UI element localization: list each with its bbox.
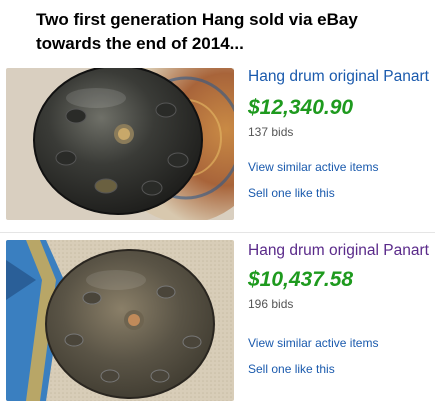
listing-item: Hang drum original Panart $12,340.90 137…	[0, 64, 435, 232]
view-similar-link[interactable]: View similar active items	[248, 336, 378, 350]
listing-item: Hang drum original Panart $10,437.58 196…	[0, 236, 435, 401]
sell-one-like-this-link[interactable]: Sell one like this	[248, 362, 335, 376]
item-thumbnail[interactable]	[6, 68, 234, 220]
page-heading: Two first generation Hang sold via eBay …	[36, 10, 358, 53]
sell-one-like-this-link[interactable]: Sell one like this	[248, 186, 335, 200]
hang-drum-photo	[6, 68, 234, 220]
item-bids: 137 bids	[248, 125, 294, 139]
listing-divider	[0, 232, 435, 233]
hang-drum-photo	[6, 240, 234, 401]
item-price: $10,437.58	[248, 268, 354, 291]
view-similar-link[interactable]: View similar active items	[248, 160, 378, 174]
item-title-link[interactable]: Hang drum original Panart	[248, 242, 433, 260]
item-price: $12,340.90	[248, 96, 354, 119]
item-title-link[interactable]: Hang drum original Panart	[248, 68, 433, 86]
item-bids: 196 bids	[248, 297, 294, 311]
item-thumbnail[interactable]	[6, 240, 234, 401]
